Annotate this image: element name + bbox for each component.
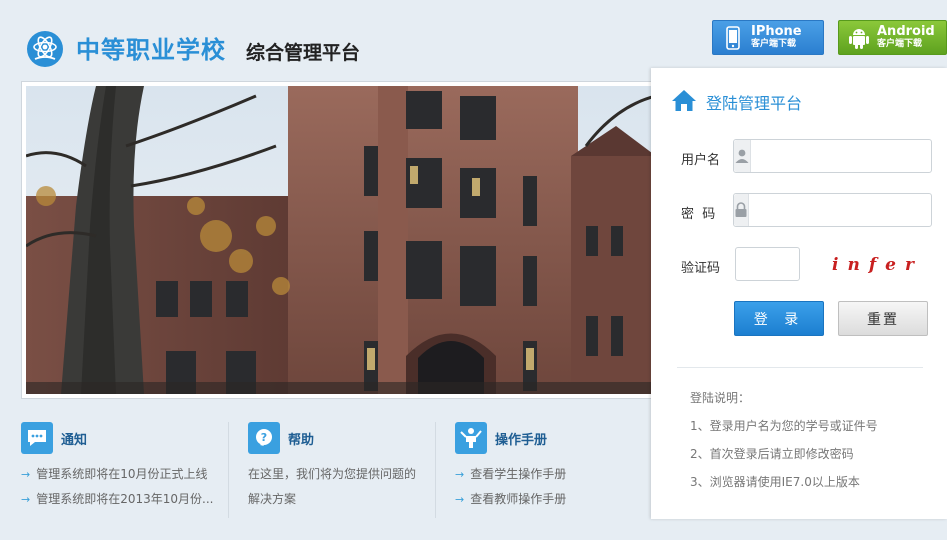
column-divider: [228, 422, 229, 518]
phone-icon: [719, 21, 747, 54]
notice-section: 通知 → 管理系统即将在10月份正式上线 → 管理系统即将在2013年10月份...: [21, 422, 213, 512]
platform-name: 综合管理平台: [246, 42, 361, 64]
login-button[interactable]: 登 录: [734, 301, 824, 336]
password-field[interactable]: [733, 193, 941, 227]
iphone-download-button[interactable]: IPhone 客户端下载: [712, 20, 824, 55]
arrow-icon: →: [455, 493, 465, 506]
notice-item[interactable]: → 管理系统即将在2013年10月份...: [21, 487, 213, 512]
username-field[interactable]: [733, 139, 943, 173]
arrow-icon: →: [21, 468, 31, 481]
question-icon: ?: [248, 422, 280, 454]
password-input[interactable]: [749, 194, 941, 226]
login-title: 登陆管理平台: [706, 94, 803, 113]
note-item: 3、浏览器请使用IE7.0以上版本: [690, 475, 860, 489]
note-item: 2、首次登录后请立即修改密码: [690, 447, 854, 461]
android-icon: [845, 21, 873, 54]
username-label: 用户名: [681, 153, 721, 168]
column-divider: [435, 422, 436, 518]
svg-text:?: ?: [261, 431, 267, 444]
iphone-download-title: IPhone: [751, 24, 802, 40]
iphone-download-subtitle: 客户端下载: [751, 38, 797, 49]
captcha-label: 验证码: [681, 261, 721, 276]
manual-teacher-link[interactable]: → 查看教师操作手册: [455, 487, 566, 512]
password-label: 密 码: [681, 207, 716, 222]
arrow-icon: →: [455, 468, 465, 481]
manual-title: 操作手册: [495, 432, 548, 448]
android-download-button[interactable]: Android 客户端下载: [838, 20, 947, 55]
username-input[interactable]: [751, 140, 943, 172]
divider: [677, 367, 923, 368]
school-logo-icon: [27, 31, 63, 67]
school-name: 中等职业学校: [76, 36, 226, 64]
manual-student-link[interactable]: → 查看学生操作手册: [455, 462, 566, 487]
home-icon: [671, 88, 697, 116]
android-download-subtitle: 客户端下载: [877, 38, 923, 49]
login-notes: 登陆说明： 1、登录用户名为您的学号或证件号 2、首次登录后请立即修改密码 3、…: [690, 390, 878, 502]
captcha-input[interactable]: [735, 247, 800, 281]
help-title: 帮助: [288, 432, 315, 448]
campus-photo: [26, 86, 656, 394]
manual-section: 操作手册 → 查看学生操作手册 → 查看教师操作手册: [455, 422, 566, 512]
campus-photo-frame: [21, 81, 661, 399]
reset-button[interactable]: 重置: [838, 301, 928, 336]
captcha-image[interactable]: infer: [832, 252, 924, 278]
help-text: 在这里，我们将为您提供问题的解决方案: [248, 467, 417, 506]
lock-icon: [734, 194, 749, 226]
notice-item[interactable]: → 管理系统即将在10月份正式上线: [21, 462, 213, 487]
person-presenting-icon: [455, 422, 487, 454]
chat-bubble-icon: [21, 422, 53, 454]
note-item: 1、登录用户名为您的学号或证件号: [690, 419, 878, 433]
login-panel: 登陆管理平台 用户名 密 码 验证码 infer 登 录 重置 登陆说明： 1、…: [651, 68, 947, 519]
notice-title: 通知: [61, 432, 88, 448]
android-download-title: Android: [877, 24, 935, 40]
notes-title: 登陆说明：: [690, 391, 751, 405]
user-icon: [734, 140, 751, 172]
help-section: ? 帮助 在这里，我们将为您提供问题的解决方案: [248, 422, 418, 512]
arrow-icon: →: [21, 493, 31, 506]
